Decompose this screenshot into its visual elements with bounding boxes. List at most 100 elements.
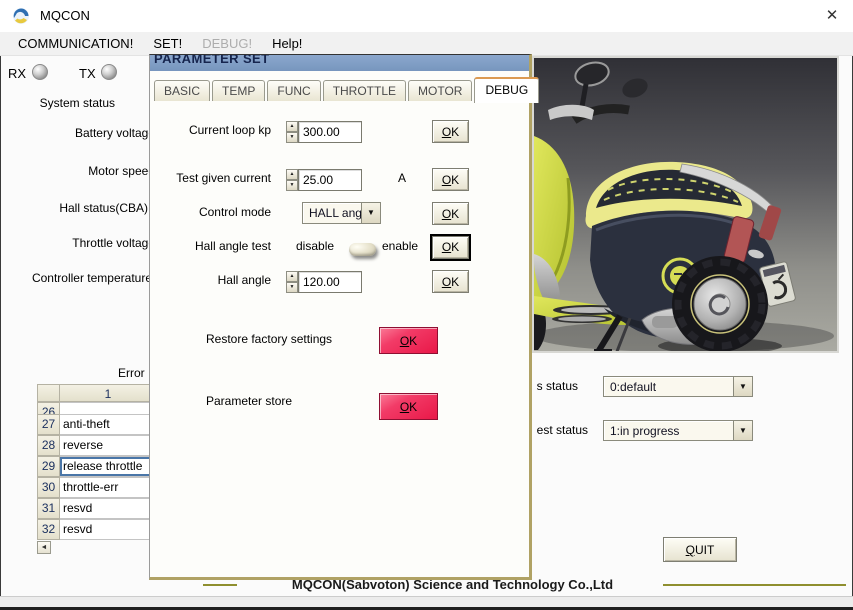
parameter-set-dialog: PARAMETER SET BASICTEMPFUNCTHROTTLEMOTOR… — [149, 54, 532, 580]
chevron-down-icon[interactable]: ▼ — [733, 377, 752, 396]
hall-angle-test-label: Hall angle test — [156, 239, 271, 253]
status-label-controller-temperature: Controller temperature — [0, 271, 152, 286]
tab-basic[interactable]: BASIC — [154, 80, 210, 101]
close-icon[interactable]: ✕ — [818, 6, 846, 26]
error-table-label: Error — [118, 366, 145, 380]
menu-debug[interactable]: DEBUG! — [192, 36, 262, 51]
row-number: 30 — [37, 477, 60, 498]
error-table: 12627anti-theft28reverse29release thrott… — [37, 384, 157, 540]
menu-set[interactable]: SET! — [143, 36, 192, 51]
current-loop-kp-spinner: ▲▼ — [286, 121, 362, 143]
parameter-store-label: Parameter store — [206, 394, 292, 408]
scooter-image — [532, 56, 839, 353]
status-label-throttle-voltage: Throttle voltage — [0, 236, 155, 251]
status-label-motor-speed: Motor speed — [0, 164, 155, 179]
scooter-illustration — [534, 58, 837, 351]
table-cell[interactable]: release throttle — [60, 456, 157, 477]
table-cell[interactable]: resvd — [60, 498, 157, 519]
table-row: 30throttle-err — [37, 477, 157, 498]
toggle-enable-label: enable — [382, 239, 418, 253]
spin-down-icon[interactable]: ▼ — [286, 180, 298, 191]
spin-down-icon[interactable]: ▼ — [286, 132, 298, 143]
hall-angle-label: Hall angle — [156, 273, 271, 287]
table-cell[interactable]: reverse — [60, 435, 157, 456]
hall-angle-test-toggle[interactable] — [349, 243, 376, 256]
table-row: 28reverse — [37, 435, 157, 456]
menu-bar: COMMUNICATION!SET!DEBUG!Help! — [0, 32, 853, 56]
row-number: 32 — [37, 519, 60, 540]
rx-led-indicator — [32, 64, 48, 80]
status-bar — [0, 596, 853, 607]
tab-motor[interactable]: MOTOR — [408, 80, 472, 101]
title-bar: MQCON ✕ — [0, 0, 853, 32]
dialog-tabs: BASICTEMPFUNCTHROTTLEMOTORDEBUG — [154, 79, 541, 101]
table-row: 27anti-theft — [37, 414, 157, 435]
table-cell[interactable] — [60, 402, 157, 414]
current-loop-kp-label: Current loop kp — [156, 123, 271, 137]
status-label-system-status: System status — [0, 96, 115, 111]
status2-dropdown[interactable]: 1:in progress ▼ — [603, 420, 753, 441]
tab-debug[interactable]: DEBUG — [474, 77, 539, 103]
hall-angle-input[interactable] — [298, 271, 362, 293]
table-row: 1 — [37, 384, 157, 402]
dialog-title: PARAMETER SET — [154, 55, 529, 66]
hall-angle-ok-button[interactable]: OK — [432, 270, 469, 293]
restore-factory-ok-button[interactable]: OK — [379, 327, 438, 354]
control-mode-label: Control mode — [156, 205, 271, 219]
current-loop-kp-ok-button[interactable]: OK — [432, 120, 469, 143]
row-number: 29 — [37, 456, 60, 477]
app-icon — [12, 7, 30, 25]
row-number: 31 — [37, 498, 60, 519]
current-loop-kp-input[interactable] — [298, 121, 362, 143]
tab-temp[interactable]: TEMP — [212, 80, 265, 101]
status-label-hall-status-cba-: Hall status(CBA) — [0, 201, 148, 216]
table-row: 26 — [37, 402, 157, 414]
table-cell[interactable]: 1 — [60, 384, 157, 402]
status1-dropdown[interactable]: 0:default ▼ — [603, 376, 753, 397]
quit-button[interactable]: QUIT — [663, 537, 737, 562]
menu-help[interactable]: Help! — [262, 36, 312, 51]
test-given-current-ok-button[interactable]: OK — [432, 168, 469, 191]
table-cell[interactable]: resvd — [60, 519, 157, 540]
spin-up-icon[interactable]: ▲ — [286, 271, 298, 282]
row-number — [37, 384, 60, 402]
tab-throttle[interactable]: THROTTLE — [323, 80, 406, 101]
table-cell[interactable]: anti-theft — [60, 414, 157, 435]
toggle-disable-label: disable — [296, 239, 334, 253]
menu-communication[interactable]: COMMUNICATION! — [8, 36, 143, 51]
rx-label: RX — [8, 66, 26, 81]
control-mode-value: HALL angle — [303, 203, 361, 223]
spin-up-icon[interactable]: ▲ — [286, 169, 298, 180]
row-number: 27 — [37, 414, 60, 435]
hall-angle-spinner: ▲▼ — [286, 271, 362, 293]
control-mode-dropdown[interactable]: HALL angle ▼ — [302, 202, 381, 224]
dialog-title-bar[interactable]: PARAMETER SET — [150, 55, 529, 71]
footer-divider-right — [663, 584, 846, 586]
spin-up-icon[interactable]: ▲ — [286, 121, 298, 132]
tx-led-indicator — [101, 64, 117, 80]
row-number: 28 — [37, 435, 60, 456]
table-row: 29release throttle — [37, 456, 157, 477]
restore-factory-label: Restore factory settings — [206, 332, 332, 346]
tx-label: TX — [79, 66, 96, 81]
hall-angle-test-ok-button[interactable]: OK — [430, 234, 471, 261]
window-title: MQCON — [40, 8, 90, 23]
spin-down-icon[interactable]: ▼ — [286, 282, 298, 293]
control-mode-ok-button[interactable]: OK — [432, 202, 469, 225]
table-scroll-left-icon[interactable]: ◄ — [37, 541, 51, 554]
status1-value: 0:default — [604, 377, 733, 396]
parameter-store-ok-button[interactable]: OK — [379, 393, 438, 420]
chevron-down-icon[interactable]: ▼ — [733, 421, 752, 440]
table-cell[interactable]: throttle-err — [60, 477, 157, 498]
table-row: 31resvd — [37, 498, 157, 519]
test-given-current-label: Test given current — [156, 171, 271, 185]
status2-value: 1:in progress — [604, 421, 733, 440]
test-given-current-spinner: ▲▼ — [286, 169, 362, 191]
footer-divider-left — [203, 584, 237, 586]
tab-func[interactable]: FUNC — [267, 80, 320, 101]
status-label-battery-voltage: Battery voltage — [0, 126, 155, 141]
test-given-current-input[interactable] — [298, 169, 362, 191]
mqcon-window: MQCON ✕ COMMUNICATION!SET!DEBUG!Help! RX… — [0, 0, 853, 610]
chevron-down-icon[interactable]: ▼ — [361, 203, 380, 223]
ampere-unit-label: A — [398, 171, 406, 185]
